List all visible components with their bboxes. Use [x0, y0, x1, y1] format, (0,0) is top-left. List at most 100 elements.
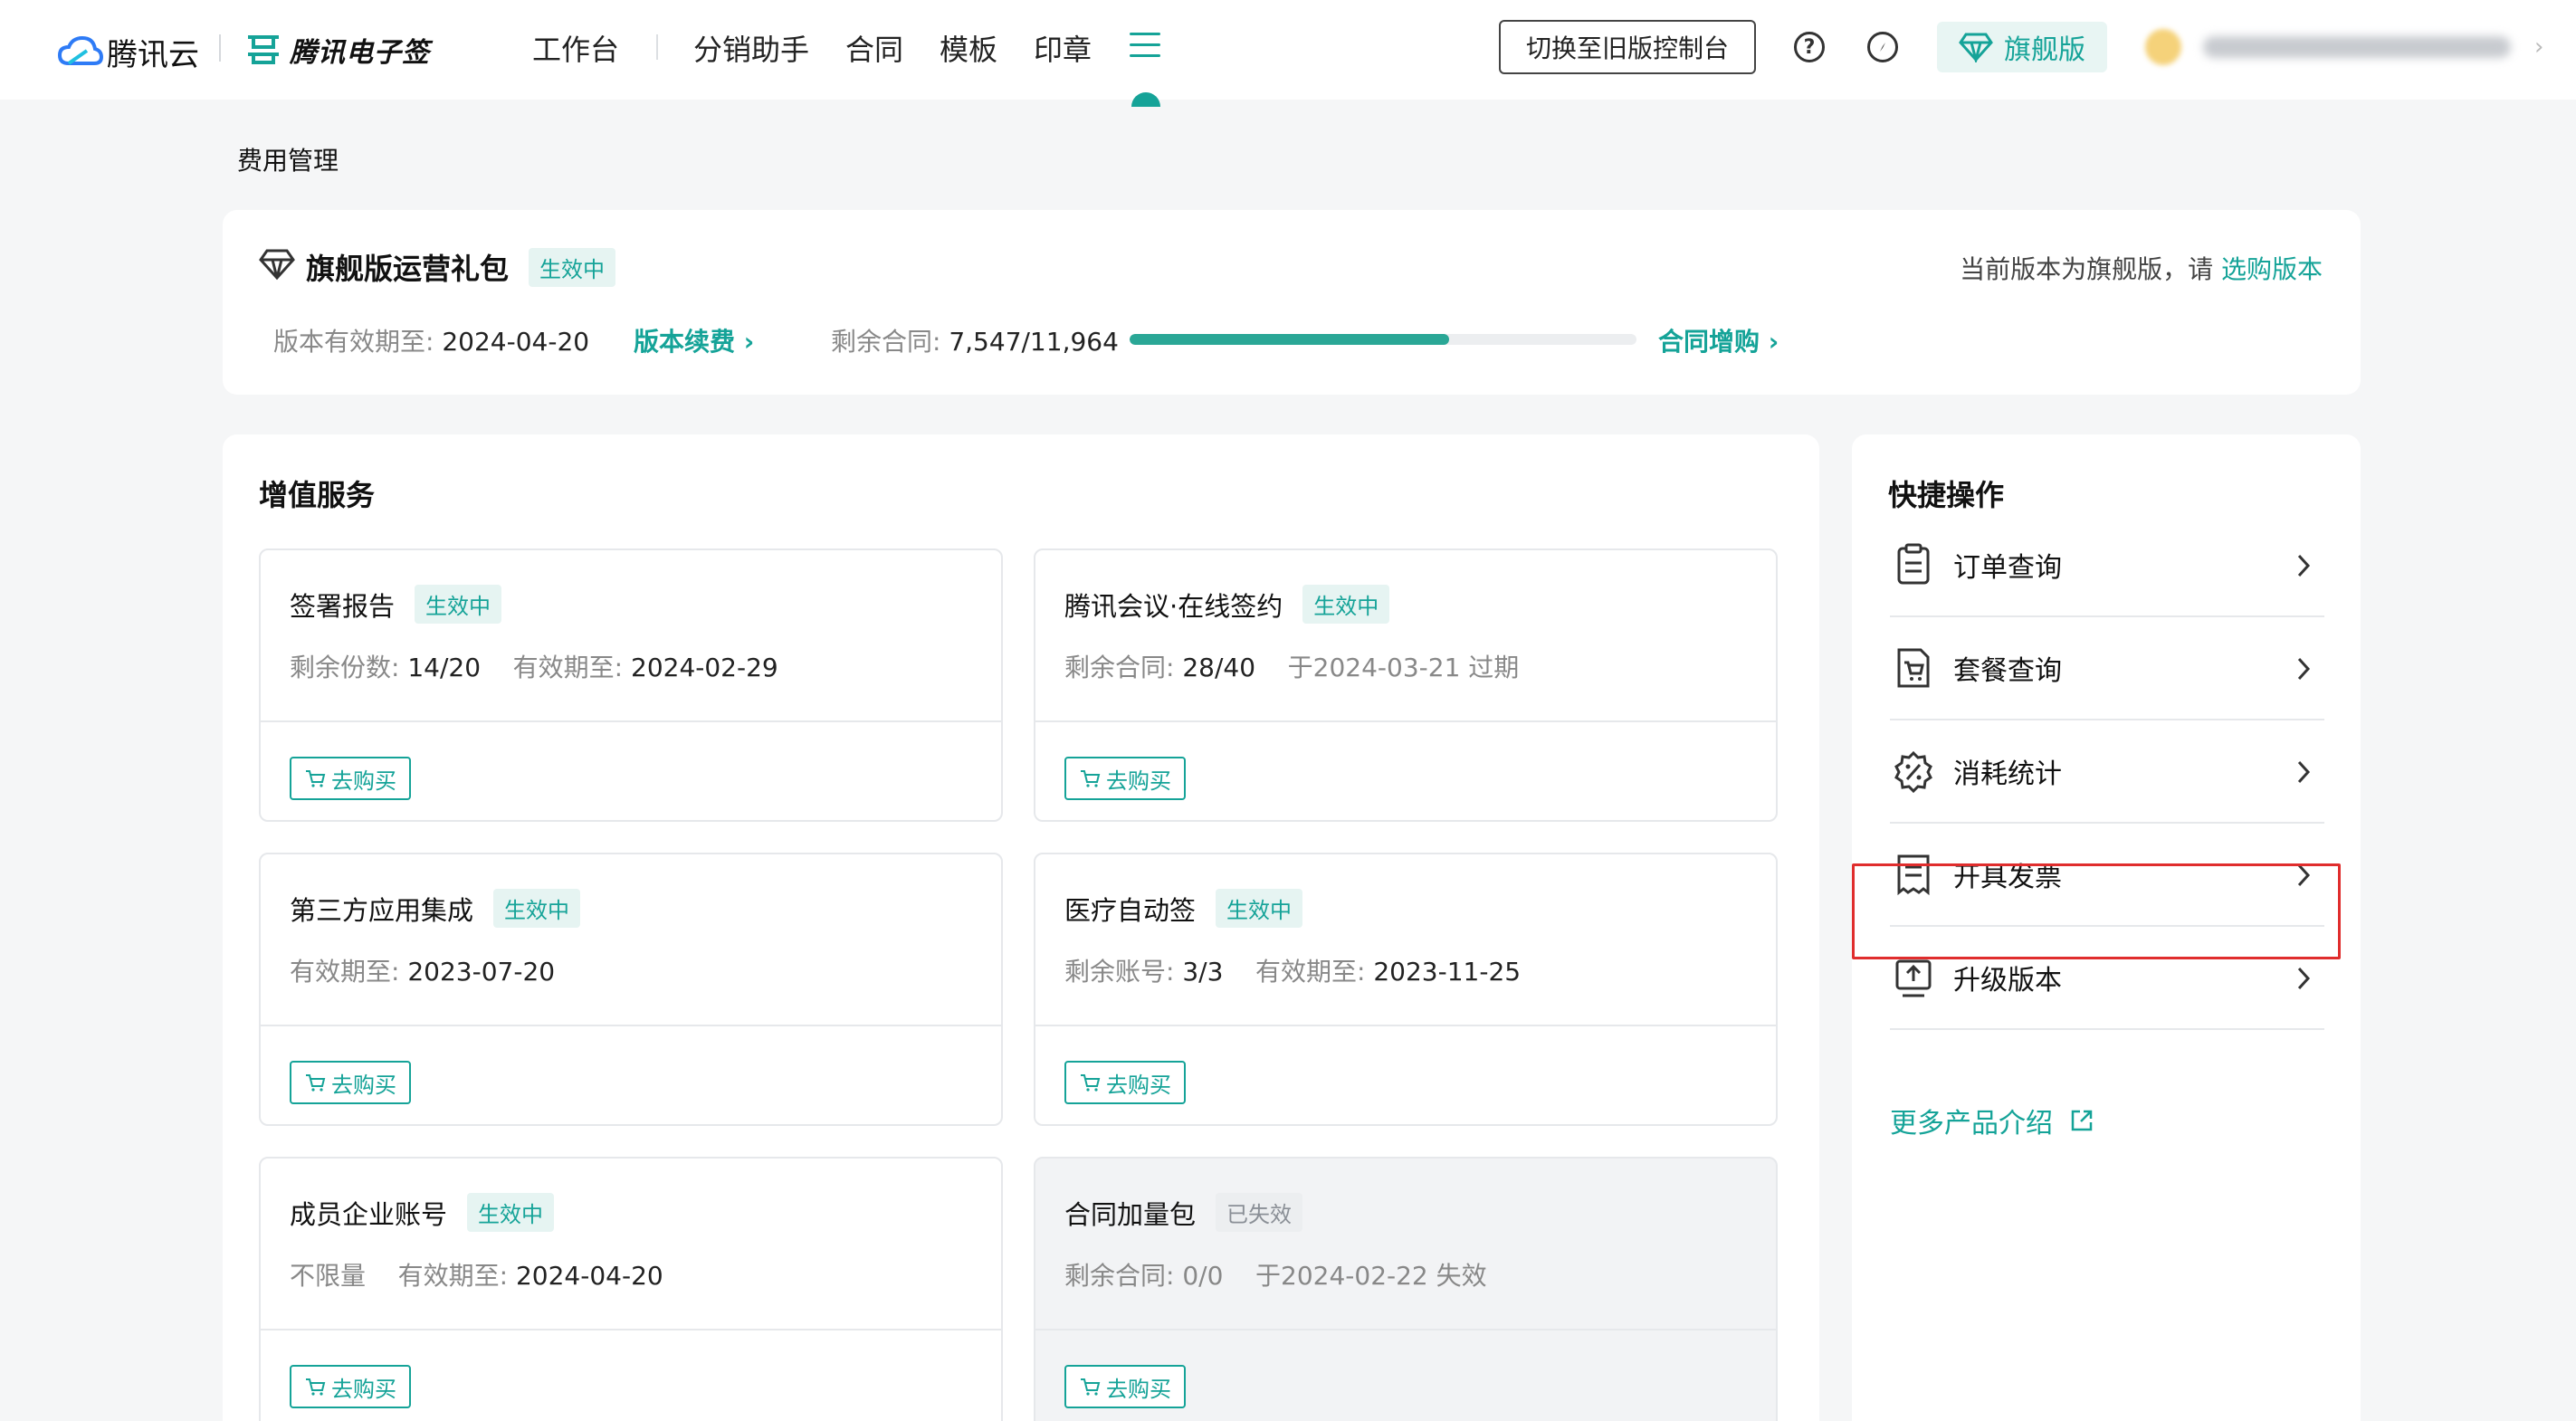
service-header: 成员企业账号 生效中 [290, 1193, 555, 1232]
top-header: 腾讯云 腾讯电子签 工作台 分销助手 合同 模板 印章 切换至旧版控制台 ? 旗… [0, 0, 2576, 107]
edition-badge[interactable]: 旗舰版 [1937, 22, 2107, 72]
cart-icon [1081, 770, 1101, 787]
service-header: 第三方应用集成 生效中 [290, 889, 581, 928]
buy-button[interactable]: 去购买 [290, 757, 411, 800]
package-cart-icon [1897, 648, 1930, 688]
compass-icon[interactable] [1867, 32, 1898, 62]
service-info: 不限量 有效期至: 2024-04-20 [290, 1261, 663, 1291]
service-header: 合同加量包 已失效 [1064, 1193, 1303, 1232]
service-info: 剩余合同: 28/40 于2024-03-21 过期 [1064, 653, 1520, 682]
nav-workbench[interactable]: 工作台 [532, 27, 619, 69]
highlight-box [1852, 863, 2341, 959]
menu-icon[interactable] [1130, 33, 1162, 60]
status-badge: 生效中 [415, 585, 502, 624]
avatar [2145, 29, 2181, 65]
cart-icon [306, 1378, 326, 1396]
service-header: 签署报告 生效中 [290, 585, 502, 624]
section-title: 增值服务 [259, 478, 376, 512]
quick-action-usage-stats[interactable]: 消耗统计 [1890, 720, 2324, 824]
divider [261, 1025, 1001, 1026]
buy-more-contracts-link[interactable]: 合同增购 › [1658, 322, 1779, 358]
service-name: 第三方应用集成 [290, 894, 474, 926]
buy-button[interactable]: 去购买 [1064, 1365, 1186, 1408]
service-name: 签署报告 [290, 590, 396, 622]
divider [1035, 720, 1776, 722]
quick-action-package-query[interactable]: 套餐查询 [1890, 617, 2324, 720]
status-badge: 生效中 [1216, 889, 1303, 928]
status-badge: 已失效 [1216, 1193, 1303, 1232]
current-version-note: 当前版本为旗舰版，请 选购版本 [1960, 254, 2323, 284]
cart-icon [1081, 1378, 1101, 1396]
service-item: 医疗自动签 生效中剩余账号: 3/3 有效期至: 2023-11-25 去购买 [1034, 853, 1778, 1126]
status-badge: 生效中 [1302, 585, 1390, 624]
divider [261, 720, 1001, 722]
status-badge: 生效中 [529, 248, 615, 287]
cart-icon [1081, 1074, 1101, 1092]
buy-button[interactable]: 去购买 [1064, 757, 1186, 800]
switch-old-console-button[interactable]: 切换至旧版控制台 [1499, 20, 1756, 74]
brand-text: 腾讯云 [107, 37, 199, 73]
package-name: 旗舰版运营礼包 [306, 252, 510, 286]
percent-badge-icon [1894, 750, 1932, 793]
buy-button[interactable]: 去购买 [290, 1061, 411, 1104]
chevron-right-icon: › [2534, 33, 2544, 61]
product-text: 腾讯电子签 [290, 37, 430, 69]
section-title: 快捷操作 [1888, 478, 2005, 512]
service-name: 腾讯会议·在线签约 [1064, 590, 1283, 622]
nav-distribution[interactable]: 分销助手 [693, 27, 809, 69]
upgrade-icon [1895, 959, 1932, 997]
more-products-link[interactable]: 更多产品介绍 [1890, 1101, 2094, 1140]
divider [1035, 1025, 1776, 1026]
service-name: 合同加量包 [1064, 1198, 1197, 1230]
contracts-progress-bar [1130, 334, 1636, 345]
chevron-right-icon [2297, 760, 2311, 784]
status-badge: 生效中 [467, 1193, 555, 1232]
clipboard-list-icon [1897, 543, 1930, 585]
select-version-link[interactable]: 选购版本 [2221, 254, 2323, 284]
nav-seal[interactable]: 印章 [1034, 27, 1092, 69]
service-info: 剩余合同: 0/0 于2024-02-22 失效 [1064, 1261, 1487, 1291]
renew-version-link[interactable]: 版本续费 › [634, 322, 754, 358]
service-info: 剩余账号: 3/3 有效期至: 2023-11-25 [1064, 957, 1522, 987]
progress-fill [1130, 334, 1449, 345]
cart-icon [306, 770, 326, 787]
service-info: 有效期至: 2023-07-20 [290, 957, 556, 987]
quick-action-order-query[interactable]: 订单查询 [1890, 514, 2324, 617]
edition-badge-label: 旗舰版 [2004, 34, 2085, 66]
version-expiry: 版本有效期至: 2024-04-20 [273, 327, 590, 357]
chevron-right-icon [2297, 554, 2311, 577]
help-circle-icon[interactable]: ? [1794, 32, 1825, 62]
divider [1035, 1329, 1776, 1330]
service-header: 医疗自动签 生效中 [1064, 889, 1303, 928]
cloud-logo-icon [57, 35, 103, 65]
service-item: 成员企业账号 生效中不限量 有效期至: 2024-04-20 去购买 [259, 1157, 1003, 1421]
remaining-contracts: 剩余合同: 7,547/11,964 [831, 327, 1119, 357]
tencent-cloud-logo[interactable]: 腾讯云 [56, 30, 199, 74]
account-name-blurred [2203, 36, 2511, 58]
service-header: 腾讯会议·在线签约 生效中 [1064, 585, 1390, 624]
service-info: 剩余份数: 14/20 有效期至: 2024-02-29 [290, 653, 778, 682]
service-item: 腾讯会议·在线签约 生效中剩余合同: 28/40 于2024-03-21 过期去购… [1034, 548, 1778, 822]
divider [261, 1329, 1001, 1330]
status-badge: 生效中 [493, 889, 581, 928]
esign-logo[interactable]: 腾讯电子签 [246, 30, 430, 70]
buy-button[interactable]: 去购买 [290, 1365, 411, 1408]
service-item: 签署报告 生效中剩余份数: 14/20 有效期至: 2024-02-29 去购买 [259, 548, 1003, 822]
external-link-icon [2071, 1110, 2093, 1131]
buy-button[interactable]: 去购买 [1064, 1061, 1186, 1104]
logo-divider [219, 34, 221, 62]
value-added-services-card: 增值服务 签署报告 生效中 剩余份数: 14/20 有效期至: 2024-02-29… [223, 434, 1819, 1421]
chevron-right-icon [2297, 657, 2311, 681]
nav-divider [656, 34, 658, 60]
chevron-right-icon [2297, 967, 2311, 990]
page-title: 费用管理 [237, 146, 339, 176]
service-name: 医疗自动签 [1064, 894, 1197, 926]
nav-contract[interactable]: 合同 [845, 27, 903, 69]
account-menu[interactable]: › [2145, 27, 2552, 67]
cart-icon [306, 1074, 326, 1092]
service-name: 成员企业账号 [290, 1198, 448, 1230]
diamond-icon [259, 249, 295, 281]
esign-logo-icon [248, 35, 279, 64]
nav-template[interactable]: 模板 [940, 27, 997, 69]
service-item: 第三方应用集成 生效中有效期至: 2023-07-20 去购买 [259, 853, 1003, 1126]
